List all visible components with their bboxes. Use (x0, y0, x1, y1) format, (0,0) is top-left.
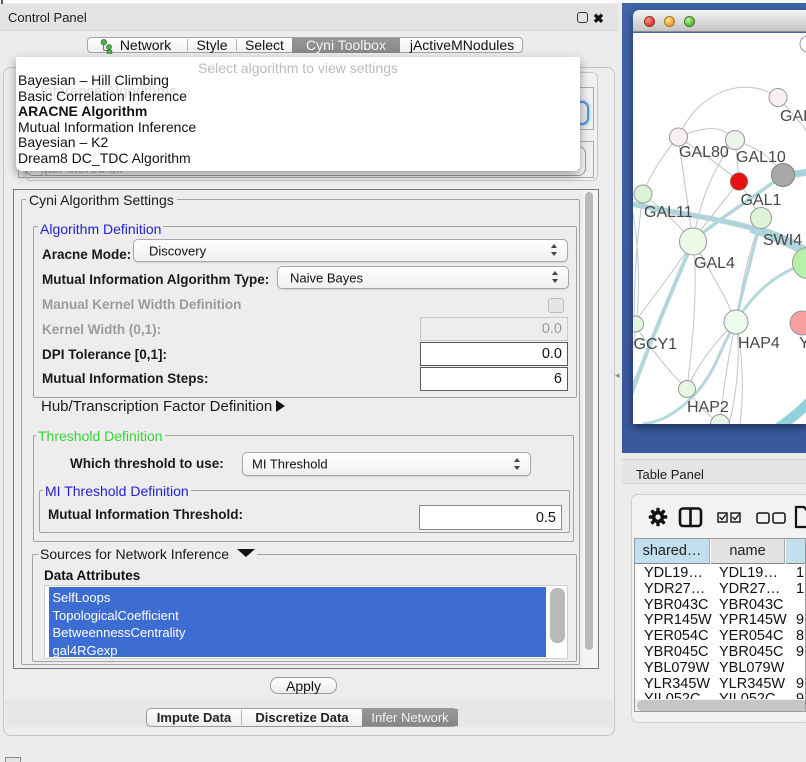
svg-text:GAL4: GAL4 (694, 255, 735, 272)
svg-text:HAP2: HAP2 (687, 399, 729, 416)
svg-text:GAL10: GAL10 (736, 149, 786, 166)
svg-text:Y: Y (799, 335, 806, 352)
svg-text:GAL1: GAL1 (741, 192, 782, 209)
svg-text:GAL80: GAL80 (679, 144, 729, 161)
svg-text:GAL11: GAL11 (644, 204, 693, 221)
svg-text:GAL: GAL (780, 108, 806, 125)
svg-text:GCY1: GCY1 (634, 336, 678, 353)
svg-text:HAP4: HAP4 (738, 335, 780, 352)
svg-text:SWI4: SWI4 (763, 232, 802, 249)
